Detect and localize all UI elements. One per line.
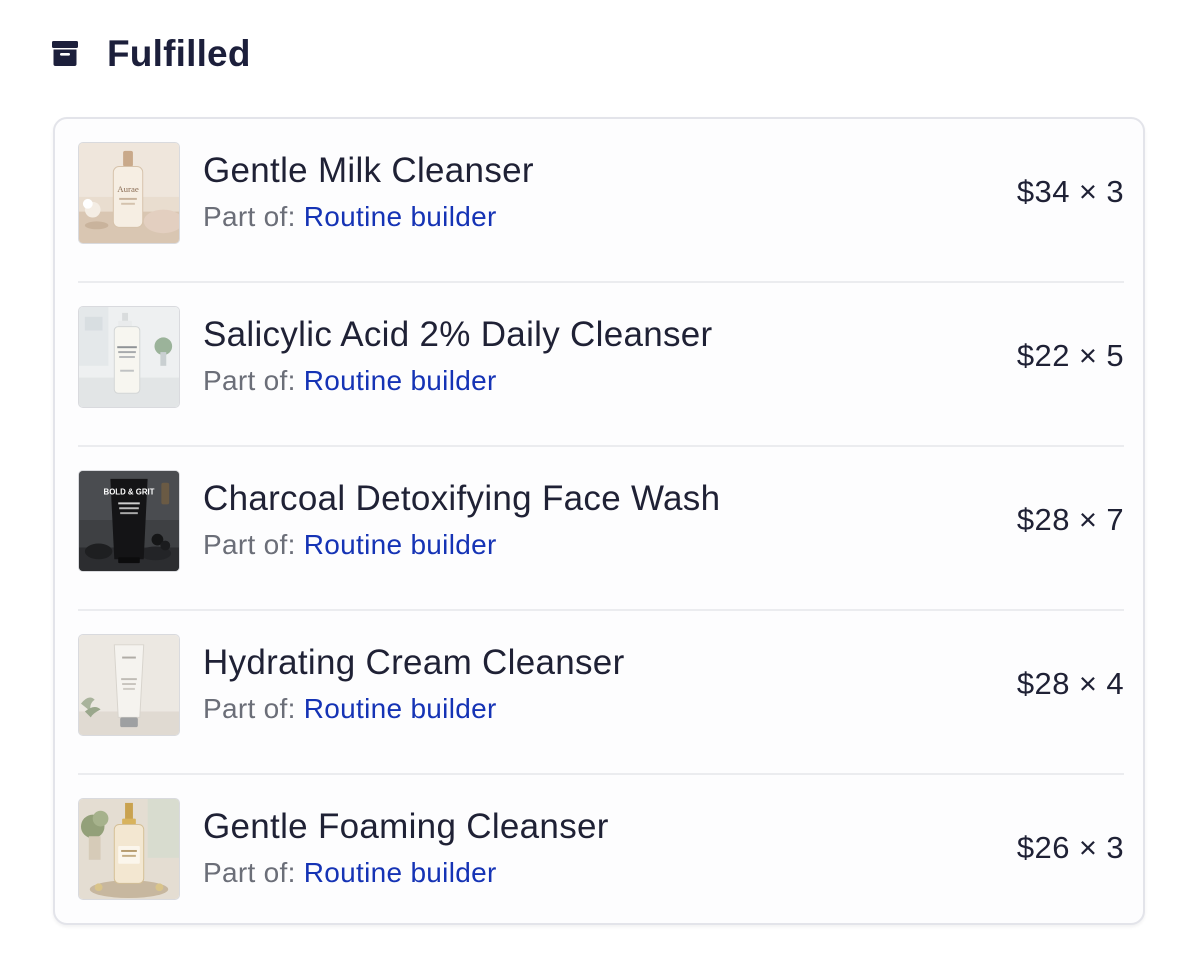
routine-builder-link[interactable]: Routine builder [304, 857, 497, 888]
part-of-label: Part of: [203, 693, 304, 724]
charcoal-face-wash-image: BOLD & GRIT [79, 471, 179, 571]
thumbnail-brand-text: BOLD & GRIT [104, 488, 155, 497]
routine-builder-link[interactable]: Routine builder [304, 693, 497, 724]
product-name: Hydrating Cream Cleanser [203, 643, 625, 682]
section-header: Fulfilled [52, 32, 251, 76]
list-item: Gentle Foaming Cleanser Part of: Routine… [78, 775, 1124, 939]
price-quantity: $28 × 4 [1016, 666, 1124, 701]
part-of-line: Part of: Routine builder [203, 201, 497, 233]
archive-icon [52, 41, 78, 67]
product-name: Charcoal Detoxifying Face Wash [203, 479, 721, 518]
fulfilled-items-card: Aurae Gentle Milk Cleanser Part of: Rout… [53, 117, 1145, 925]
thumbnail-brand-text: Aurae [117, 184, 139, 194]
list-item: Aurae Gentle Milk Cleanser Part of: Rout… [78, 119, 1124, 283]
routine-builder-link[interactable]: Routine builder [304, 365, 497, 396]
part-of-line: Part of: Routine builder [203, 365, 497, 397]
part-of-label: Part of: [203, 201, 304, 232]
list-item: Salicylic Acid 2% Daily Cleanser Part of… [78, 283, 1124, 447]
product-thumbnail[interactable] [78, 306, 180, 408]
product-thumbnail[interactable] [78, 634, 180, 736]
salicylic-acid-cleanser-image [79, 307, 179, 407]
product-thumbnail[interactable] [78, 798, 180, 900]
price-quantity: $34 × 3 [1016, 174, 1124, 209]
part-of-line: Part of: Routine builder [203, 857, 497, 889]
product-thumbnail[interactable]: Aurae [78, 142, 180, 244]
gentle-milk-cleanser-image: Aurae [79, 143, 179, 243]
list-item: Hydrating Cream Cleanser Part of: Routin… [78, 611, 1124, 775]
part-of-line: Part of: Routine builder [203, 529, 497, 561]
hydrating-cream-cleanser-image [79, 635, 179, 735]
part-of-label: Part of: [203, 857, 304, 888]
list-item: BOLD & GRIT Charcoal Detoxifying Face Wa… [78, 447, 1124, 611]
gentle-foaming-cleanser-image [79, 799, 179, 899]
section-title: Fulfilled [107, 33, 251, 74]
price-quantity: $26 × 3 [1016, 830, 1124, 865]
price-quantity: $28 × 7 [1016, 502, 1124, 537]
part-of-label: Part of: [203, 529, 304, 560]
product-name: Salicylic Acid 2% Daily Cleanser [203, 315, 713, 354]
part-of-label: Part of: [203, 365, 304, 396]
routine-builder-link[interactable]: Routine builder [304, 529, 497, 560]
routine-builder-link[interactable]: Routine builder [304, 201, 497, 232]
part-of-line: Part of: Routine builder [203, 693, 497, 725]
product-name: Gentle Milk Cleanser [203, 151, 534, 190]
product-thumbnail[interactable]: BOLD & GRIT [78, 470, 180, 572]
price-quantity: $22 × 5 [1016, 338, 1124, 373]
product-name: Gentle Foaming Cleanser [203, 807, 609, 846]
